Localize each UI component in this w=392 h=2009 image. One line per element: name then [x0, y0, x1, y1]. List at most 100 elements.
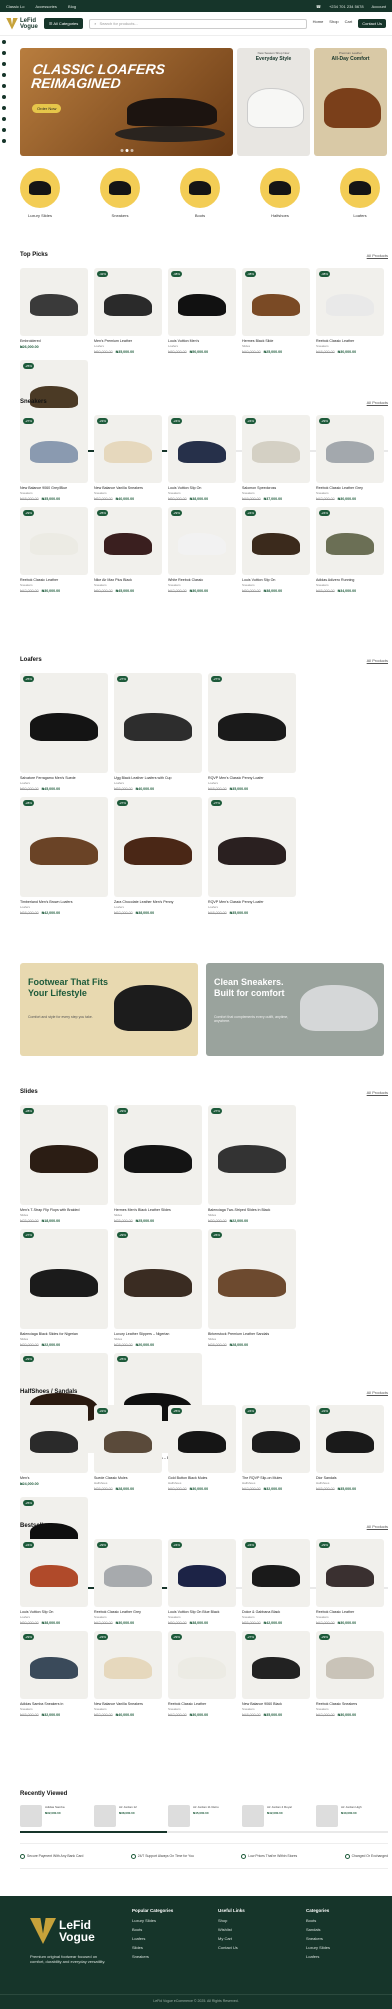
- product-image[interactable]: -24%: [242, 1539, 310, 1607]
- product-card[interactable]: -22% Dior Sandals Halfshoes ₦45,000.00 ₦35,0…: [316, 1405, 384, 1491]
- product-name[interactable]: Balenciaga Two-Striped Slides in Black: [208, 1208, 296, 1212]
- footer-logo[interactable]: LeFid Vogue: [30, 1918, 95, 1944]
- product-image[interactable]: -29%: [114, 1105, 202, 1205]
- product-card[interactable]: -29% Reebok Classic Sneakers Sneakers ₦42,0…: [316, 1631, 384, 1717]
- product-image[interactable]: -24%: [242, 415, 310, 483]
- product-name[interactable]: New Balance 9060 Grey/Blue: [20, 486, 88, 490]
- product-card[interactable]: -29% Adidas Samba Sneakers in Sneakers ₦45,…: [20, 1631, 88, 1717]
- product-image[interactable]: -24%: [242, 507, 310, 575]
- product-card[interactable]: -29% Reebok Classic Leather Sneakers ₦42,00…: [20, 507, 88, 593]
- view-all-link[interactable]: All Products: [367, 1524, 388, 1529]
- product-name[interactable]: The RQVP Slip-on Mules: [242, 1476, 310, 1480]
- product-name[interactable]: Salomon Speedcross: [242, 486, 310, 490]
- recent-item[interactable]: Air Jordan 4 Royal ₦42,000.00: [242, 1805, 306, 1827]
- product-name[interactable]: Men's: [20, 1476, 88, 1480]
- product-image[interactable]: -24%: [168, 415, 236, 483]
- product-image[interactable]: -24%: [168, 1539, 236, 1607]
- product-card[interactable]: -25% Nike Air Max Plus Black Sneakers ₦60,0…: [94, 507, 162, 593]
- product-name[interactable]: Louis Vuitton Slip On Blue Black: [168, 1610, 236, 1614]
- product-name[interactable]: Men's Premium Leather: [94, 339, 162, 343]
- product-card[interactable]: -29% Reebok Classic Leather Sneakers ₦42,00…: [316, 1539, 384, 1625]
- product-card[interactable]: -38% Hermes Black Slide Slides ₦40,000.00 ₦2…: [242, 268, 310, 354]
- view-all-link[interactable]: All Products: [367, 400, 388, 405]
- product-card[interactable]: -24% The RQVP Slip-on Mules Halfshoes ₦42,0…: [242, 1405, 310, 1491]
- product-image[interactable]: -29%: [94, 1539, 162, 1607]
- product-name[interactable]: Reebok Classic Leather Grey: [94, 1610, 162, 1614]
- product-image[interactable]: -29%: [168, 1631, 236, 1699]
- product-card[interactable]: -29% Reebok Classic Leather Sneakers ₦42,00…: [168, 1631, 236, 1717]
- top-link[interactable]: Classic Lo: [6, 4, 24, 9]
- hero-cta-button[interactable]: Order Now: [32, 104, 62, 113]
- product-image[interactable]: -29%: [20, 507, 88, 575]
- product-name[interactable]: New Balance Vanilla Sneakers: [94, 1702, 162, 1706]
- footer-link[interactable]: Sneakers: [132, 1954, 173, 1959]
- product-image[interactable]: -27%: [242, 1631, 310, 1699]
- product-name[interactable]: Dior Sandals: [316, 1476, 384, 1480]
- product-name[interactable]: Reebok Classic Leather: [316, 339, 384, 343]
- product-name[interactable]: Timberland Men's Brown Loafers: [20, 900, 108, 904]
- product-name[interactable]: Luxury Leather Slippers – Nigerian: [114, 1332, 202, 1336]
- product-name[interactable]: RQVP Men's Classic Penny Loafer: [208, 900, 296, 904]
- product-card[interactable]: Embroidered ₦26,000.00: [20, 268, 88, 354]
- product-image[interactable]: -28%: [20, 1105, 108, 1205]
- product-card[interactable]: Men's ₦24,000.00: [20, 1405, 88, 1491]
- product-image[interactable]: -29%: [316, 415, 384, 483]
- view-all-link[interactable]: All Products: [367, 1090, 388, 1095]
- product-card[interactable]: -29% Luxury Leather Slippers – Nigerian Sl…: [114, 1229, 202, 1347]
- product-name[interactable]: Hermes Black Slide: [242, 339, 310, 343]
- footer-link[interactable]: My Cart: [218, 1936, 245, 1941]
- product-image[interactable]: -22%: [316, 1405, 384, 1473]
- product-card[interactable]: -25% Gold Button Black Mules Halfshoes ₦40,…: [168, 1405, 236, 1491]
- product-image[interactable]: -22%: [94, 1405, 162, 1473]
- product-image[interactable]: -27%: [114, 797, 202, 897]
- product-image[interactable]: [20, 268, 88, 336]
- product-name[interactable]: Men's T-Strap Flip Flops with Braided: [20, 1208, 108, 1212]
- product-image[interactable]: -38%: [242, 268, 310, 336]
- product-image[interactable]: -24%: [242, 1405, 310, 1473]
- product-card[interactable]: -38% Louis Vuitton Men's Loafers ₦80,000.00…: [168, 268, 236, 354]
- footer-link[interactable]: Boots: [306, 1918, 330, 1923]
- hero-banner[interactable]: CLASSIC LOAFERS REIMAGINED Order Now: [20, 48, 233, 156]
- product-card[interactable]: -25% Salvatore Ferragamo Men's Suede Loafe…: [20, 673, 108, 791]
- product-name[interactable]: Hermes Men's Black Leather Slides: [114, 1208, 202, 1212]
- product-image[interactable]: -23%: [94, 415, 162, 483]
- product-card[interactable]: -27% Balenciaga Black Slides for Nigerian…: [20, 1229, 108, 1347]
- footer-link[interactable]: Sneakers: [306, 1936, 330, 1941]
- location-icon[interactable]: [2, 128, 6, 132]
- product-image[interactable]: -24%: [316, 507, 384, 575]
- tiktok-icon[interactable]: [2, 84, 6, 88]
- whatsapp-icon[interactable]: [2, 73, 6, 77]
- product-image[interactable]: -42%: [94, 268, 162, 336]
- view-all-link[interactable]: All Products: [367, 1390, 388, 1395]
- product-card[interactable]: -24% Louis Vuitton Slip On Loafers ₦50,000.…: [20, 1539, 88, 1625]
- product-card[interactable]: -23% New Balance Vanilla Sneakers Sneakers…: [94, 1631, 162, 1717]
- product-card[interactable]: -29% Reebok Classic Leather Grey Sneakers ₦…: [94, 1539, 162, 1625]
- nav-home[interactable]: Home: [313, 19, 324, 28]
- banner-footwear-lifestyle[interactable]: Footwear That Fits Your Lifestyle Comfor…: [20, 963, 198, 1056]
- view-all-link[interactable]: All Products: [367, 253, 388, 258]
- facebook-icon[interactable]: [2, 40, 6, 44]
- phone-number[interactable]: +234 701 234 5678: [329, 4, 364, 9]
- carousel-dot[interactable]: [125, 149, 128, 152]
- instagram-icon[interactable]: [2, 51, 6, 55]
- product-image[interactable]: -25%: [168, 1405, 236, 1473]
- product-name[interactable]: Reebok Classic Leather: [316, 1610, 384, 1614]
- carousel-dot[interactable]: [130, 149, 133, 152]
- footer-link[interactable]: Wishlist: [218, 1927, 245, 1932]
- product-name[interactable]: RQVP Men's Classic Penny Loafer: [208, 776, 296, 780]
- category-loafers[interactable]: Loafers: [340, 168, 380, 218]
- footer-link[interactable]: Luxury Slides: [306, 1945, 330, 1950]
- product-name[interactable]: Balenciaga Black Slides for Nigerian: [20, 1332, 108, 1336]
- product-card[interactable]: -42% Men's Premium Leather Loafers ₦60,000.…: [94, 268, 162, 354]
- product-card[interactable]: -23% New Balance Vanilla Sneakers Sneakers…: [94, 415, 162, 501]
- product-image[interactable]: -29%: [20, 1631, 88, 1699]
- product-image[interactable]: -29%: [114, 1229, 202, 1329]
- phone-icon[interactable]: [2, 117, 6, 121]
- promo-everyday-style[interactable]: New Season Shop Now Everyday Style: [237, 48, 310, 156]
- footer-link[interactable]: Contact Us: [218, 1945, 245, 1950]
- recent-item[interactable]: Adidas Samba ₦32,000.00: [20, 1805, 84, 1827]
- product-card[interactable]: -24% Louis Vuitton Slip On Blue Black Snea…: [168, 1539, 236, 1625]
- product-name[interactable]: Salvatore Ferragamo Men's Suede: [20, 776, 108, 780]
- footer-link[interactable]: Loafers: [132, 1936, 173, 1941]
- account-link[interactable]: Account: [372, 4, 386, 9]
